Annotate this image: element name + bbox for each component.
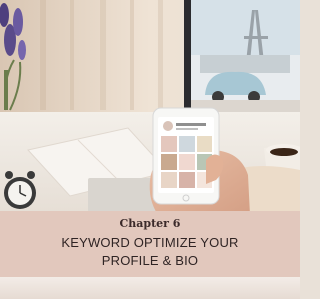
bottom-strip (0, 277, 300, 299)
framed-paris-photo (184, 0, 300, 122)
chapter-title: KEYWORD OPTIMIZE YOUR PROFILE & BIO (61, 234, 238, 270)
chapter-title-line-2: PROFILE & BIO (101, 253, 199, 268)
chapter-banner: Chapter 6 KEYWORD OPTIMIZE YOUR PROFILE … (0, 211, 300, 277)
chapter-label: Chapter 6 (119, 217, 181, 230)
chapter-title-line-1: KEYWORD OPTIMIZE YOUR (61, 235, 239, 250)
smartphone (152, 107, 220, 205)
